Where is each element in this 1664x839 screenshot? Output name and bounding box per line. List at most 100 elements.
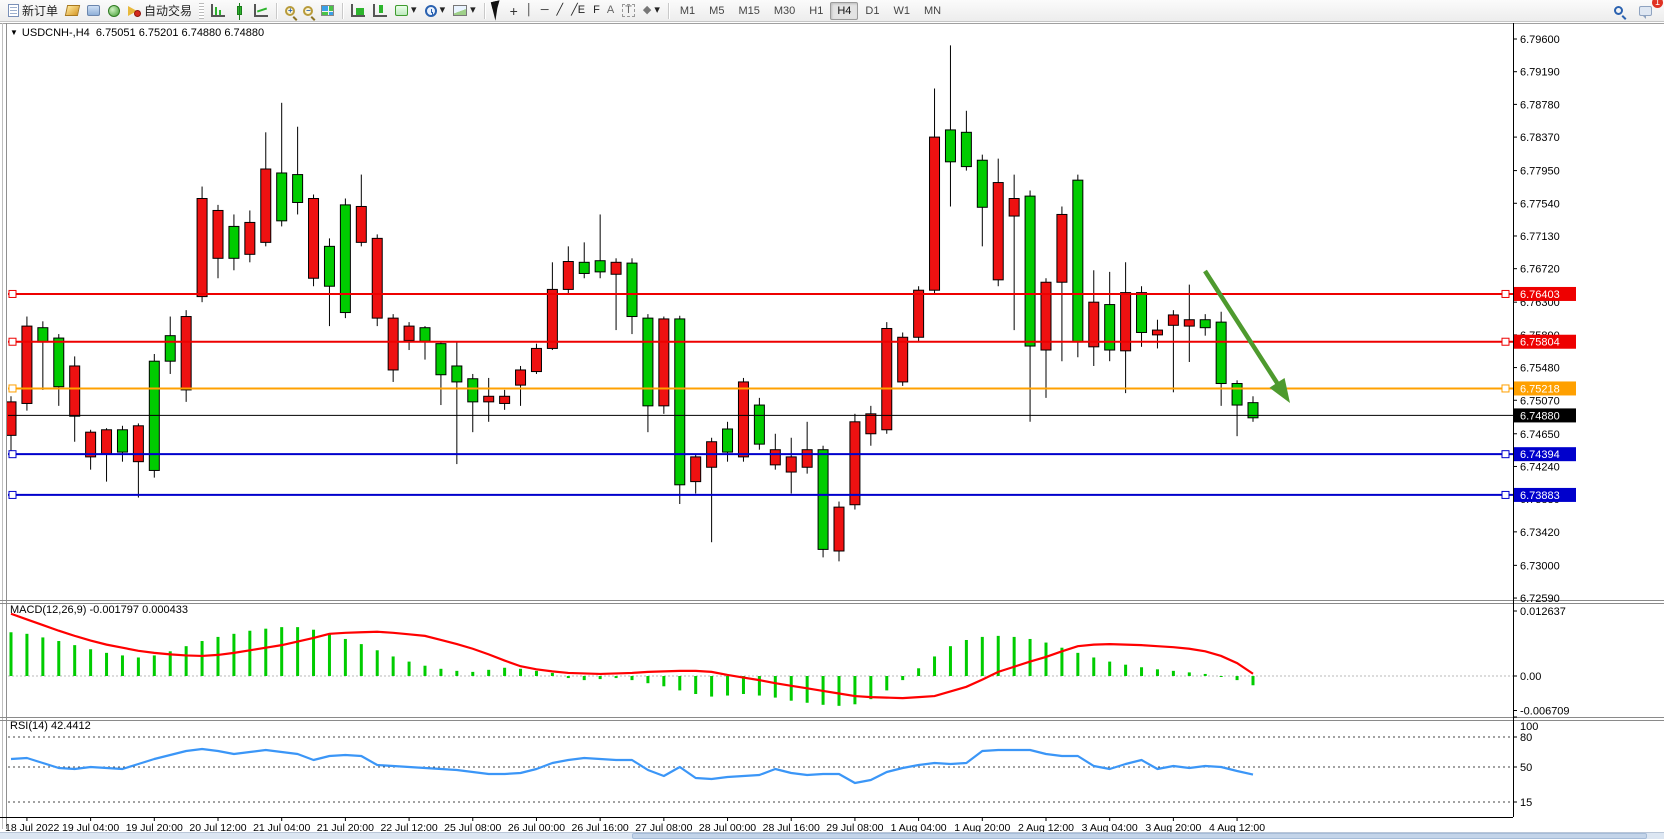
svg-text:6.77540: 6.77540 xyxy=(1520,198,1560,210)
fibonacci-icon: F xyxy=(593,5,599,16)
svg-text:50: 50 xyxy=(1520,762,1532,774)
tab-timeframe-h1[interactable]: H1 xyxy=(802,2,830,20)
text-icon: A xyxy=(607,5,614,16)
tab-timeframe-h4[interactable]: H4 xyxy=(830,2,858,20)
search-button[interactable] xyxy=(1610,2,1627,20)
indicator-window-icon xyxy=(351,4,365,17)
scrollbar-handle[interactable] xyxy=(632,833,1647,839)
rsi-indicator-label: RSI(14) 42.4412 xyxy=(10,720,91,732)
symbol-period-label: USDCNH-,H4 xyxy=(22,27,90,39)
zoom-in-icon: + xyxy=(285,6,295,16)
svg-text:6.75480: 6.75480 xyxy=(1520,363,1560,375)
trading-terminal-window: 新订单 自动交易 + − ▾ xyxy=(0,0,1664,839)
bar-chart-icon xyxy=(211,4,225,17)
crosshair-button[interactable]: + xyxy=(506,2,522,20)
horizontal-scrollbar[interactable] xyxy=(0,832,1664,839)
svg-text:-0.006709: -0.006709 xyxy=(1520,706,1570,718)
chat-icon xyxy=(1639,6,1652,16)
svg-text:6.73883: 6.73883 xyxy=(1520,490,1560,502)
horizontal-line-icon: ─ xyxy=(541,5,549,16)
tab-timeframe-m5[interactable]: M5 xyxy=(702,2,731,20)
period-icon xyxy=(425,5,437,17)
label-button[interactable]: T xyxy=(618,2,639,20)
terminal-button[interactable] xyxy=(83,2,104,20)
fibonacci-button[interactable]: F xyxy=(589,2,603,20)
chart-canvas[interactable]: 6.796006.791906.787806.783706.779506.775… xyxy=(0,23,1664,839)
new-order-icon xyxy=(8,4,19,17)
period-dropdown[interactable]: ▾ xyxy=(421,2,450,20)
template-dropdown[interactable]: ▾ xyxy=(449,2,480,20)
chat-button[interactable]: 1 xyxy=(1635,2,1656,20)
tab-timeframe-m15[interactable]: M15 xyxy=(731,2,766,20)
tab-timeframe-d1[interactable]: D1 xyxy=(858,2,886,20)
horizontal-line-button[interactable]: ─ xyxy=(537,2,553,20)
dropdown-caret-icon: ▾ xyxy=(440,5,446,16)
candlestick-chart-icon xyxy=(237,6,242,15)
svg-text:6.75804: 6.75804 xyxy=(1520,337,1560,349)
label-icon: T xyxy=(622,4,635,17)
zoom-out-icon: − xyxy=(303,6,313,16)
svg-text:6.74240: 6.74240 xyxy=(1520,461,1560,473)
arrows-icon: ◆ xyxy=(643,5,651,16)
toolbar-grip xyxy=(199,3,204,19)
candlestick-chart-button[interactable] xyxy=(229,2,250,20)
svg-text:6.77130: 6.77130 xyxy=(1520,231,1560,243)
svg-text:6.79600: 6.79600 xyxy=(1520,34,1560,46)
tab-timeframe-m1[interactable]: M1 xyxy=(673,2,702,20)
auto-trading-button[interactable]: 自动交易 xyxy=(124,2,196,20)
gold-chart-button[interactable] xyxy=(62,2,83,20)
toolbar-separator xyxy=(342,3,343,19)
add-indicator-dropdown[interactable]: ▾ xyxy=(391,2,421,20)
signals-icon xyxy=(108,5,120,17)
toolbar-separator xyxy=(668,3,669,19)
tab-timeframe-w1[interactable]: W1 xyxy=(886,2,917,20)
svg-text:15: 15 xyxy=(1520,797,1532,809)
template-icon xyxy=(453,5,467,16)
new-order-button[interactable]: 新订单 xyxy=(4,2,62,20)
new-order-label: 新订单 xyxy=(22,2,58,19)
svg-text:0.00: 0.00 xyxy=(1520,671,1541,683)
search-icon xyxy=(1614,6,1623,15)
tab-timeframe-mn[interactable]: MN xyxy=(917,2,948,20)
svg-text:6.79190: 6.79190 xyxy=(1520,67,1560,79)
chart-frame xyxy=(0,23,1664,833)
svg-text:6.74880: 6.74880 xyxy=(1520,410,1560,422)
svg-text:80: 80 xyxy=(1520,732,1532,744)
add-indicator-icon xyxy=(395,5,408,16)
indicator-window-button[interactable] xyxy=(347,2,369,20)
indicator-window2-icon xyxy=(373,4,387,17)
symbol-dropdown-icon[interactable]: ▼ xyxy=(10,28,18,37)
channel-icon: ╱E xyxy=(571,5,585,16)
macd-indicator-label: MACD(12,26,9) -0.001797 0.000433 xyxy=(10,604,188,616)
vertical-line-icon: │ xyxy=(526,5,533,16)
channel-button[interactable]: ╱E xyxy=(567,2,589,20)
auto-trading-icon xyxy=(128,5,141,17)
indicator-window2-button[interactable] xyxy=(369,2,391,20)
cursor-button[interactable] xyxy=(489,2,506,20)
vertical-line-button[interactable]: │ xyxy=(522,2,537,20)
svg-text:6.76720: 6.76720 xyxy=(1520,264,1560,276)
cursor-icon xyxy=(490,0,503,21)
svg-text:6.74650: 6.74650 xyxy=(1520,429,1560,441)
trendline-button[interactable]: ╱ xyxy=(552,2,567,20)
svg-text:6.77950: 6.77950 xyxy=(1520,166,1560,178)
rsi-value: 42.4412 xyxy=(51,720,91,732)
toolbar-separator xyxy=(276,3,277,19)
dropdown-caret-icon: ▾ xyxy=(654,5,660,16)
bar-chart-button[interactable] xyxy=(207,2,229,20)
arrows-dropdown[interactable]: ◆ ▾ xyxy=(639,2,664,20)
zoom-out-button[interactable]: − xyxy=(299,2,317,20)
zoom-in-button[interactable]: + xyxy=(281,2,299,20)
tile-windows-button[interactable] xyxy=(317,2,338,20)
notification-badge: 1 xyxy=(1652,0,1663,8)
signals-button[interactable] xyxy=(104,2,124,20)
toolbar: 新订单 自动交易 + − ▾ xyxy=(0,0,1664,22)
svg-text:6.76403: 6.76403 xyxy=(1520,289,1560,301)
text-button[interactable]: A xyxy=(603,2,618,20)
svg-text:6.78780: 6.78780 xyxy=(1520,99,1560,111)
svg-text:6.73420: 6.73420 xyxy=(1520,527,1560,539)
chart-window: 6.796006.791906.787806.783706.779506.775… xyxy=(0,23,1664,839)
tab-timeframe-m30[interactable]: M30 xyxy=(767,2,802,20)
dropdown-caret-icon: ▾ xyxy=(470,5,476,16)
line-chart-button[interactable] xyxy=(250,2,272,20)
